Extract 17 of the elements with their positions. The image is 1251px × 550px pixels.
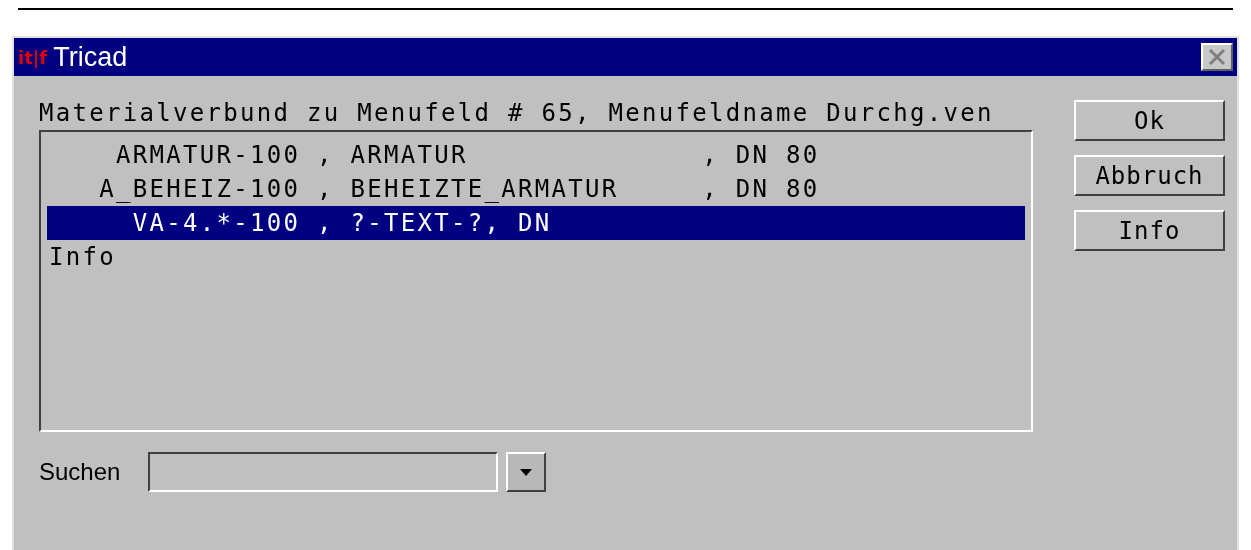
search-label: Suchen [39, 457, 121, 487]
search-field[interactable] [148, 452, 499, 492]
dropdown-button[interactable] [506, 452, 547, 492]
dialog-button[interactable]: Abbruch [1074, 155, 1225, 196]
list-item[interactable]: A_BEHEIZ-100 , BEHEIZTE_ARMATUR , DN 80 [47, 172, 1025, 206]
dialog-button[interactable]: Info [1074, 210, 1225, 251]
window-title: Tricad [53, 43, 128, 71]
material-list[interactable]: ARMATUR-100 , ARMATUR , DN 80 A_BEHEIZ-100 , BEHEIZTE_ARMATUR , DN 80 VA-4.*-100 , ?-TEXT-?, DN Info [39, 130, 1033, 432]
close-icon [1208, 48, 1226, 66]
close-button[interactable] [1201, 43, 1233, 71]
list-item[interactable]: VA-4.*-100 , ?-TEXT-?, DN [47, 206, 1025, 240]
list-item[interactable]: Info [47, 240, 1025, 274]
caret-icon [520, 468, 533, 476]
list-item[interactable]: ARMATUR-100 , ARMATUR , DN 80 [47, 138, 1025, 172]
dialog-button[interactable]: Ok [1074, 100, 1225, 141]
dialog-heading: Materialverbund zu Menufeld # 65, Menufeldname Durchg.ven [39, 98, 995, 128]
app-logo: it|f [18, 45, 48, 70]
